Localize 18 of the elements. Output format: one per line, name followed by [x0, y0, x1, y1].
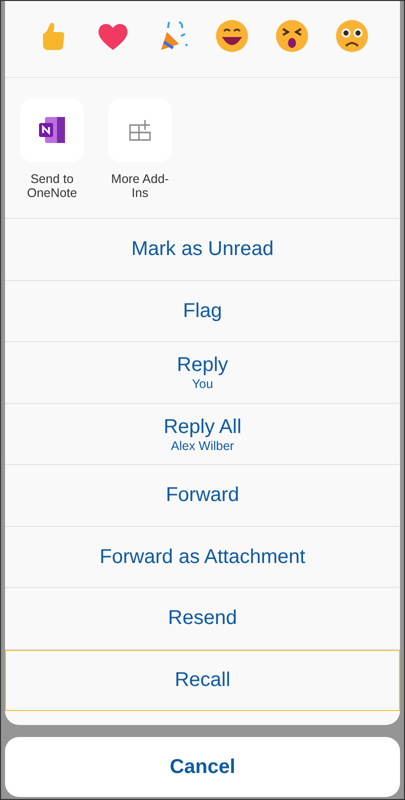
action-button[interactable]: Flag: [5, 280, 400, 342]
add-in-tile[interactable]: [108, 98, 172, 162]
squinting-face-icon[interactable]: [274, 18, 310, 54]
action-button[interactable]: Resend: [5, 588, 400, 650]
add-grid-icon: [128, 118, 152, 142]
action-button[interactable]: Reply All Alex Wilber: [5, 404, 400, 465]
worried-face-icon[interactable]: [334, 18, 370, 54]
action-button[interactable]: Forward: [5, 465, 400, 526]
laughing-face-icon[interactable]: [214, 18, 250, 54]
add-in-label: Send to OneNote: [26, 172, 78, 200]
action-button[interactable]: Forward as Attachment: [5, 526, 400, 588]
add-in-label: More Add-Ins: [110, 172, 170, 200]
cancel-button[interactable]: Cancel: [5, 737, 400, 797]
action-button[interactable]: Mark as Unread: [5, 219, 400, 280]
onenote-icon: [37, 115, 67, 145]
action-button[interactable]: Recall: [5, 650, 400, 711]
action-button[interactable]: Reply You: [5, 342, 400, 404]
add-in-tile[interactable]: [20, 98, 84, 162]
